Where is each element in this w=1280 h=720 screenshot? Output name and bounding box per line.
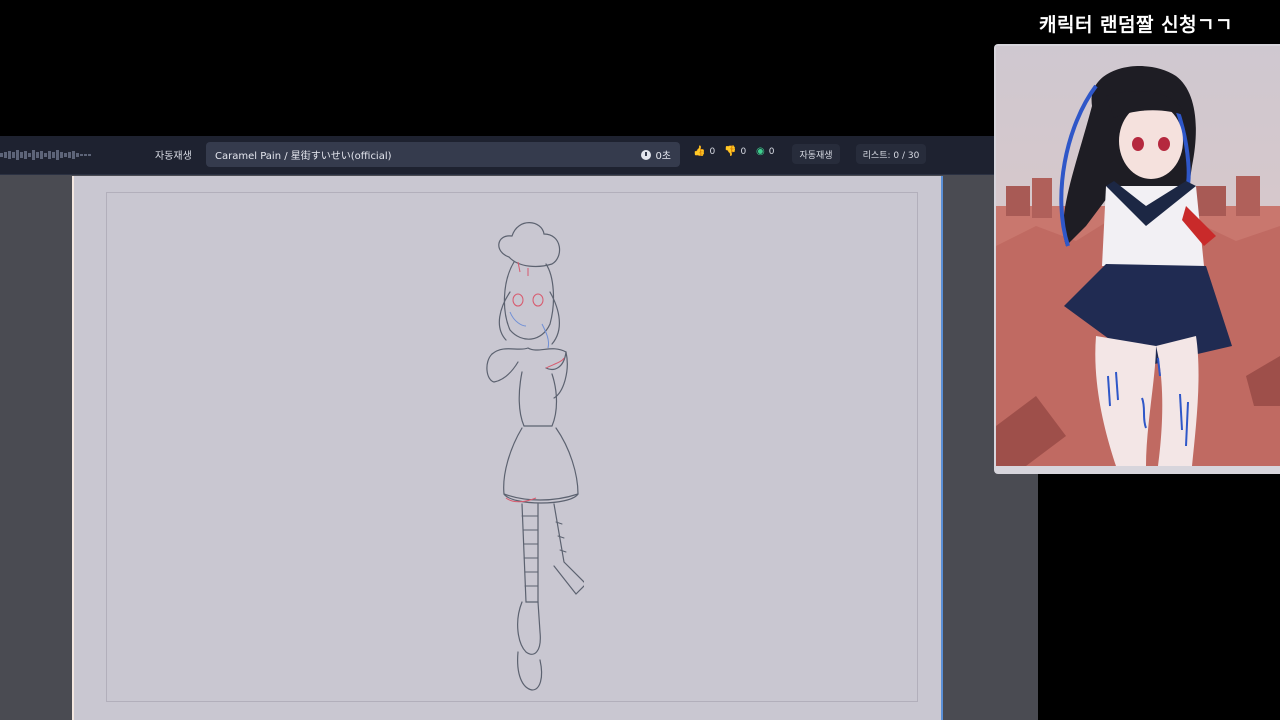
view-count: 0	[768, 147, 775, 157]
dislike-counter[interactable]: 👎 0	[724, 146, 747, 158]
waveform-visualizer	[0, 150, 91, 160]
thumbs-down-icon: 👎	[724, 146, 737, 157]
playlist-counter: 리스트: 0 / 30	[856, 144, 926, 164]
autoplay-label: 자동재생	[155, 151, 192, 162]
like-count: 0	[709, 147, 716, 157]
autoplay-button[interactable]: 자동재생	[792, 144, 840, 164]
view-counter: ◉ 0	[756, 146, 775, 158]
eye-icon: ◉	[756, 146, 765, 157]
dislike-count: 0	[740, 147, 747, 157]
music-player-bar: 자동재생 Caramel Pain / 星街すいせい(official) 0초 …	[0, 136, 994, 175]
clock-icon	[641, 149, 652, 160]
thumbs-up-icon: 👍	[693, 146, 706, 157]
now-playing-box[interactable]: Caramel Pain / 星街すいせい(official) 0초	[206, 142, 680, 167]
character-illustration	[996, 46, 1280, 466]
character-line-sketch	[486, 222, 584, 691]
like-counter[interactable]: 👍 0	[693, 146, 716, 158]
elapsed-time-value: 0초	[655, 151, 671, 162]
elapsed-time: 0초	[641, 147, 671, 162]
drawing-paper	[72, 176, 943, 720]
request-title: 캐릭터 랜덤짤 신청ㄱㄱ	[1038, 14, 1234, 36]
random-character-image-frame	[994, 44, 1280, 474]
song-title: Caramel Pain / 星街すいせい(official)	[215, 151, 392, 162]
